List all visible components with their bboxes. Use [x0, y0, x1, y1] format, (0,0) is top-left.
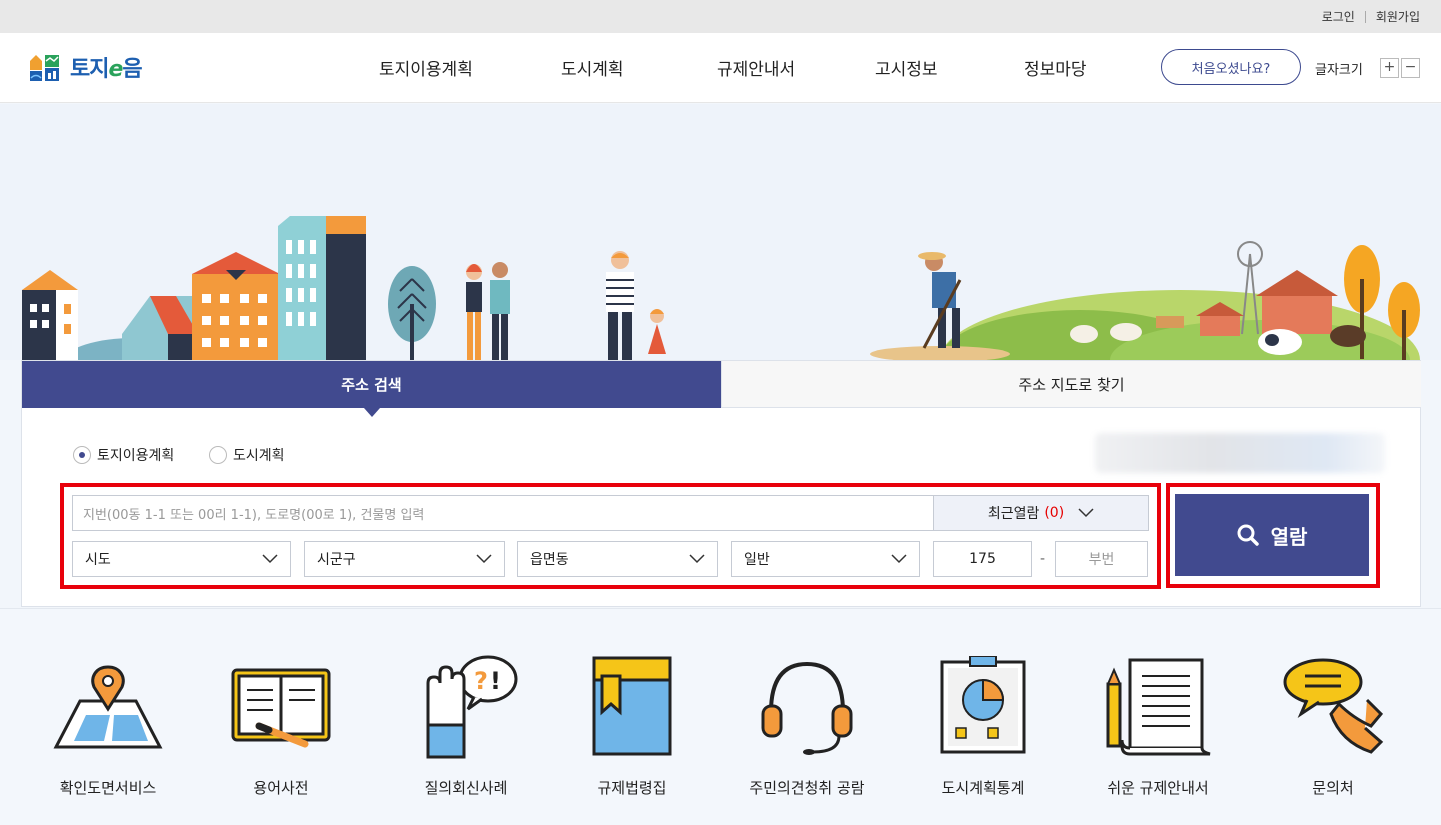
quick-label: 주민의견청취 공람	[749, 779, 865, 797]
sido-select-value: 시도	[85, 552, 111, 568]
quick-confirm-map[interactable]: 확인도면서비스	[23, 653, 193, 798]
map-pin-icon	[53, 665, 163, 749]
logo-text-b: 음	[122, 57, 142, 82]
view-button-label: 열람	[1270, 524, 1308, 549]
main-lot-number-input[interactable]: 175	[933, 541, 1032, 577]
quick-label: 쉬운 규제안내서	[1107, 779, 1209, 797]
law-book-icon	[592, 656, 672, 756]
quick-label: 도시계획통계	[941, 779, 1025, 797]
site-logo[interactable]: 토지e음	[30, 51, 143, 83]
quick-label: 문의처	[1312, 779, 1354, 797]
quick-label: 확인도면서비스	[59, 779, 157, 797]
search-icon	[1237, 524, 1259, 546]
nav-notice-info[interactable]: 고시정보	[875, 55, 938, 80]
quick-contact[interactable]: 문의처	[1248, 653, 1418, 798]
logo-text-a: 토지	[70, 57, 109, 82]
radio-checked-icon	[73, 446, 91, 464]
nav-urban-plan[interactable]: 도시계획	[561, 55, 624, 80]
recent-views-label: 최근열람	[987, 506, 1040, 522]
quick-qa-cases[interactable]: ? ! 질의회신사례	[381, 653, 551, 798]
hand-question-icon: ? !	[426, 655, 518, 759]
radio-land-use-plan[interactable]: 토지이용계획	[73, 445, 174, 465]
eupmyeondong-select-value: 읍면동	[530, 552, 569, 568]
sigungu-select[interactable]: 시군구	[304, 541, 505, 577]
nav-land-use-plan[interactable]: 토지이용계획	[379, 55, 473, 80]
chevron-down-icon	[262, 554, 278, 564]
quick-easy-regulation-guide[interactable]: 쉬운 규제안내서	[1073, 653, 1243, 798]
logo-text-e: e	[108, 57, 123, 82]
chevron-down-icon	[1078, 508, 1094, 518]
land-type-select-value: 일반	[744, 552, 770, 568]
quick-public-hearing[interactable]: 주민의견청취 공람	[722, 653, 892, 798]
signup-link[interactable]: 회원가입	[1376, 8, 1420, 25]
headset-icon	[761, 661, 853, 755]
blurred-banner	[1095, 433, 1385, 473]
quick-glossary[interactable]: 용어사전	[196, 653, 366, 798]
radio-label: 토지이용계획	[97, 448, 175, 464]
view-button[interactable]: 열람	[1175, 494, 1369, 576]
svg-text:?: ?	[474, 667, 488, 695]
utility-bar: 로그인 회원가입	[0, 0, 1441, 33]
address-search-input[interactable]: 지번(00동 1-1 또는 00리 1-1), 도로명(00로 1), 건물명 …	[72, 495, 934, 531]
tab-map-search[interactable]: 주소 지도로 찾기	[721, 361, 1421, 408]
sub-lot-number-input[interactable]: 부번	[1055, 541, 1148, 577]
nav-regulation-guide[interactable]: 규제안내서	[717, 55, 795, 80]
quick-law-collection[interactable]: 규제법령집	[547, 653, 717, 798]
recent-views-button[interactable]: 최근열람 (0)	[933, 495, 1149, 531]
login-link[interactable]: 로그인	[1322, 8, 1355, 25]
radio-unchecked-icon	[209, 446, 227, 464]
first-visit-button[interactable]: 처음오셨나요?	[1161, 49, 1301, 85]
svg-text:!: !	[490, 667, 501, 695]
chart-board-icon	[940, 656, 1026, 754]
utility-links: 로그인 회원가입	[1322, 8, 1420, 25]
land-type-select[interactable]: 일반	[731, 541, 920, 577]
nav-info-plaza[interactable]: 정보마당	[1024, 55, 1087, 80]
font-size-label: 글자크기	[1315, 63, 1363, 78]
chevron-down-icon	[891, 554, 907, 564]
town-farm-illustration	[22, 216, 1420, 360]
quick-urban-statistics[interactable]: 도시계획통계	[898, 653, 1068, 798]
open-book-icon	[231, 668, 331, 748]
utility-divider	[1364, 10, 1366, 23]
quick-label: 질의회신사례	[424, 779, 508, 797]
sido-select[interactable]: 시도	[72, 541, 291, 577]
font-decrease-button[interactable]: −	[1401, 58, 1420, 78]
font-increase-button[interactable]: +	[1380, 58, 1399, 78]
recent-views-count: (0)	[1044, 505, 1065, 521]
phone-chat-icon	[1283, 658, 1384, 754]
quick-label: 용어사전	[253, 779, 309, 797]
document-pencil-icon	[1106, 658, 1211, 756]
chevron-down-icon	[689, 554, 705, 564]
chevron-down-icon	[476, 554, 492, 564]
radio-urban-plan[interactable]: 도시계획	[209, 445, 285, 465]
hero-illustration	[0, 104, 1441, 360]
radio-label: 도시계획	[233, 448, 285, 464]
tab-address-search[interactable]: 주소 검색	[22, 361, 721, 417]
logo-emblem-icon	[30, 55, 59, 81]
logo-text: 토지e음	[70, 51, 143, 83]
sigungu-select-value: 시군구	[317, 552, 356, 568]
quick-menu: 확인도면서비스 용어사전 ? ! 질의회신사례 규제법령집 주민의견청취 공람 …	[0, 608, 1441, 825]
lot-number-dash: -	[1040, 551, 1046, 567]
site-header: 토지e음 토지이용계획 도시계획 규제안내서 고시정보 정보마당 처음오셨나요?…	[0, 33, 1441, 103]
eupmyeondong-select[interactable]: 읍면동	[517, 541, 718, 577]
quick-label: 규제법령집	[597, 779, 667, 797]
